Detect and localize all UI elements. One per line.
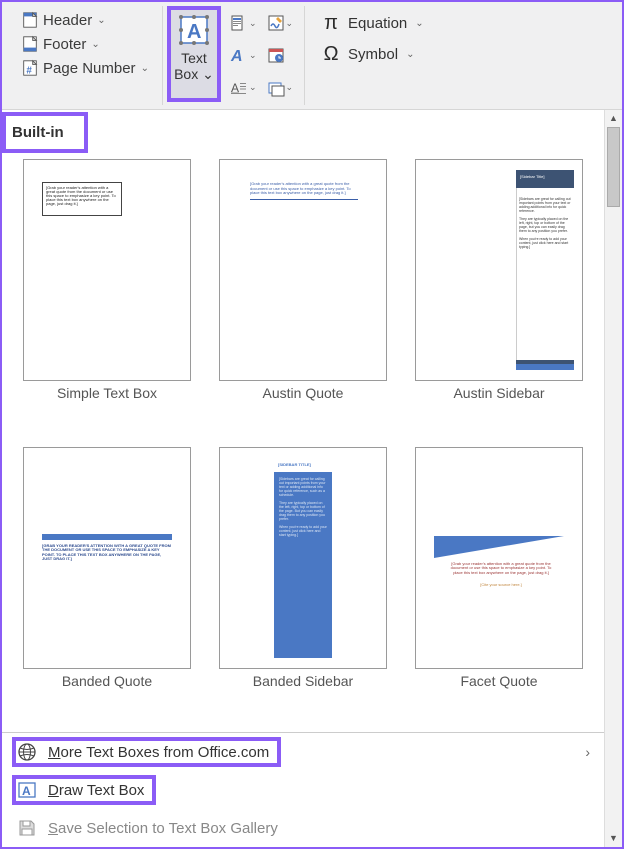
page-number-label: Page Number — [43, 60, 136, 77]
save-selection-menuitem: Save Selection to Text Box Gallery — [2, 809, 604, 847]
gallery-item-label: Austin Sidebar — [453, 385, 544, 401]
gallery-footer-menu: More Text Boxes from Office.com › A Draw… — [2, 732, 604, 847]
thumbnail: [Sidebar Title] [Sidebars are great for … — [415, 159, 583, 381]
date-time-button[interactable] — [264, 42, 288, 68]
gallery-grid: [Grab your reader's attention with a gre… — [2, 153, 604, 732]
svg-text:A: A — [22, 784, 31, 798]
gallery-item-label: Simple Text Box — [57, 385, 157, 401]
page-number-icon: # — [21, 59, 39, 77]
chevron-down-icon: ⌄ — [286, 18, 294, 29]
thumbnail: [Grab your reader's attention with a gre… — [23, 159, 191, 381]
signature-line-button[interactable]: ⌄ — [264, 10, 297, 36]
chevron-down-icon: ⌄ — [249, 18, 257, 29]
gallery-item-label: Austin Quote — [263, 385, 344, 401]
svg-text:A: A — [187, 21, 201, 43]
chevron-down-icon: ⌄ — [141, 63, 149, 74]
gallery-item-label: Facet Quote — [460, 673, 537, 689]
text-box-label: TextBox ⌄ — [174, 50, 214, 82]
globe-icon — [16, 741, 38, 763]
svg-text:A: A — [230, 48, 243, 64]
gallery-item-banded-sidebar[interactable]: [SIDEBAR TITLE] [Sidebars are great for … — [208, 447, 398, 733]
thumbnail: [Grab your reader's attention with a gre… — [219, 159, 387, 381]
thumbnail: [Grab your reader's attention with a gre… — [415, 447, 583, 669]
gallery-item-label: Banded Sidebar — [253, 673, 353, 689]
header-button[interactable]: Header ⌄ — [16, 8, 154, 32]
header-icon — [21, 11, 39, 29]
drop-cap-icon: A — [230, 79, 248, 97]
svg-text:#: # — [26, 65, 32, 76]
text-box-button[interactable]: A TextBox ⌄ — [167, 6, 221, 102]
object-button[interactable]: ⌄ — [264, 75, 297, 101]
signature-icon — [267, 14, 285, 32]
scroll-thumb[interactable] — [607, 127, 620, 207]
quick-parts-icon — [230, 14, 248, 32]
gallery-item-facet-quote[interactable]: [Grab your reader's attention with a gre… — [404, 447, 594, 733]
chevron-down-icon: ⌄ — [249, 50, 257, 61]
thumbnail: [GRAB YOUR READER'S ATTENTION WITH A GRE… — [23, 447, 191, 669]
ribbon-insert-section: Header ⌄ Footer ⌄ # Page Number ⌄ — [2, 2, 622, 110]
draw-text-box-icon: A — [16, 779, 38, 801]
more-text-boxes-menuitem[interactable]: More Text Boxes from Office.com › — [2, 733, 604, 771]
draw-text-box-menuitem[interactable]: A Draw Text Box — [2, 771, 604, 809]
date-time-icon — [267, 46, 285, 64]
footer-icon — [21, 35, 39, 53]
text-box-gallery-dropdown: Built-in [Grab your reader's attention w… — [2, 110, 622, 847]
page-number-button[interactable]: # Page Number ⌄ — [16, 56, 154, 80]
gallery-item-label: Banded Quote — [62, 673, 152, 689]
equation-button[interactable]: π Equation ⌄ — [315, 8, 429, 39]
text-box-icon: A — [179, 15, 209, 45]
save-selection-label: Save Selection to Text Box Gallery — [48, 820, 278, 837]
chevron-down-icon: ⌄ — [91, 39, 99, 50]
gallery-item-banded-quote[interactable]: [GRAB YOUR READER'S ATTENTION WITH A GRE… — [12, 447, 202, 733]
chevron-down-icon: ⌄ — [406, 49, 414, 60]
wordart-button[interactable]: A ⌄ — [227, 42, 260, 68]
scroll-up-button[interactable]: ▲ — [605, 110, 622, 127]
more-text-boxes-label: More Text Boxes from Office.com — [48, 744, 269, 761]
wordart-icon: A — [230, 46, 248, 64]
equation-icon: π — [320, 12, 342, 35]
chevron-down-icon: ⌄ — [415, 18, 423, 29]
gallery-heading: Built-in — [8, 118, 66, 147]
footer-button[interactable]: Footer ⌄ — [16, 32, 154, 56]
draw-text-box-label: Draw Text Box — [48, 782, 144, 799]
chevron-down-icon: ⌄ — [249, 82, 257, 93]
symbol-icon: Ω — [320, 43, 342, 66]
chevron-right-icon: › — [585, 744, 590, 760]
save-icon — [16, 817, 38, 839]
header-footer-group: Header ⌄ Footer ⌄ # Page Number ⌄ — [8, 6, 163, 105]
equation-label: Equation — [348, 15, 407, 32]
text-tools-group: ⌄ ⌄ A ⌄ A ⌄ — [225, 6, 305, 105]
symbols-group: π Equation ⌄ Ω Symbol ⌄ — [305, 6, 437, 105]
thumbnail: [SIDEBAR TITLE] [Sidebars are great for … — [219, 447, 387, 669]
scroll-down-button[interactable]: ▼ — [605, 830, 622, 847]
app-window: Header ⌄ Footer ⌄ # Page Number ⌄ — [0, 0, 624, 849]
quick-parts-button[interactable]: ⌄ — [227, 10, 260, 36]
symbol-button[interactable]: Ω Symbol ⌄ — [315, 39, 429, 70]
symbol-label: Symbol — [348, 46, 398, 63]
gallery-item-simple-text-box[interactable]: [Grab your reader's attention with a gre… — [12, 159, 202, 445]
gallery-item-austin-quote[interactable]: [Grab your reader's attention with a gre… — [208, 159, 398, 445]
drop-cap-button[interactable]: A ⌄ — [227, 75, 260, 101]
gallery-item-austin-sidebar[interactable]: [Sidebar Title] [Sidebars are great for … — [404, 159, 594, 445]
footer-label: Footer — [43, 36, 86, 53]
chevron-down-icon: ⌄ — [286, 82, 294, 93]
object-icon — [267, 79, 285, 97]
header-label: Header — [43, 12, 92, 29]
gallery-scrollbar[interactable]: ▲ ▼ — [604, 110, 622, 847]
chevron-down-icon: ⌄ — [97, 15, 105, 26]
